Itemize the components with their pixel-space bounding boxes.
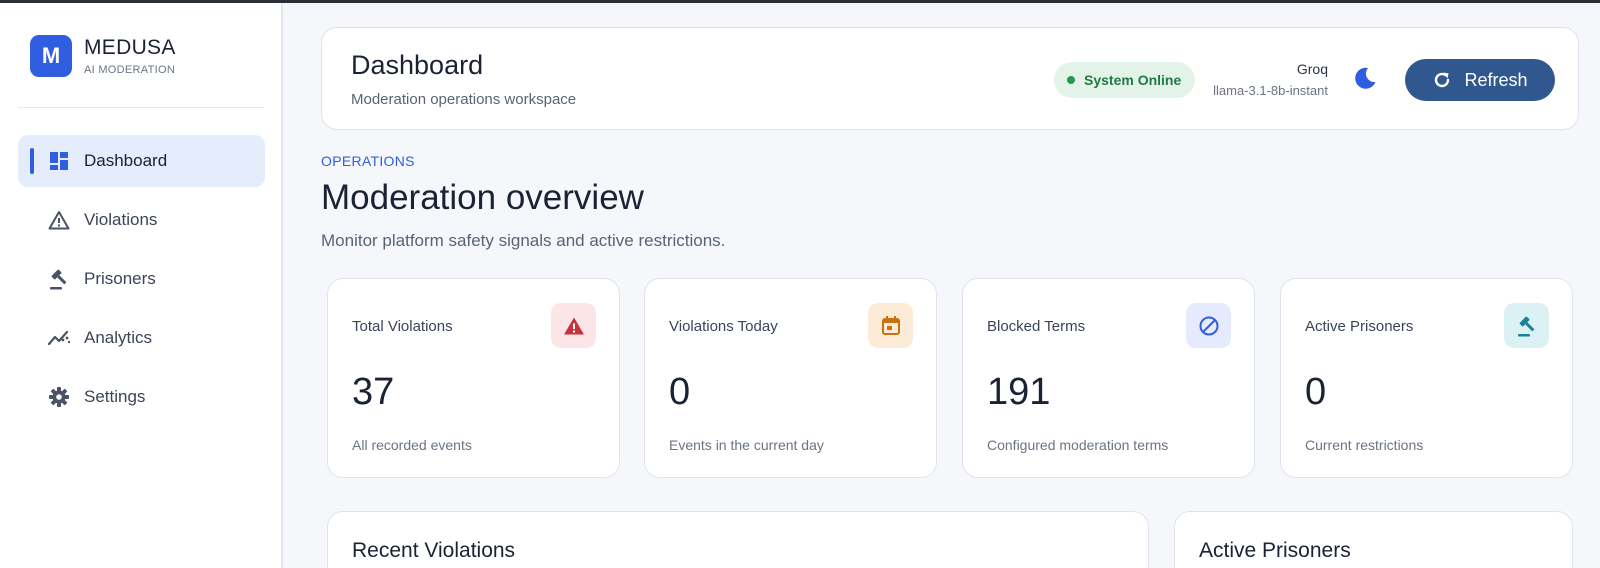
dashboard-icon bbox=[48, 150, 70, 172]
card-footnote: Events in the current day bbox=[669, 437, 824, 453]
brand-name: MEDUSA bbox=[84, 36, 176, 59]
sidebar-item-violations[interactable]: Violations bbox=[18, 194, 265, 246]
warning-icon bbox=[48, 209, 70, 231]
card-label: Blocked Terms bbox=[987, 318, 1086, 335]
stat-card-active-prisoners[interactable]: Active Prisoners 0 Current restrictions bbox=[1280, 278, 1573, 478]
sidebar-item-dashboard[interactable]: Dashboard bbox=[18, 135, 265, 187]
provider-name: Groq bbox=[1296, 61, 1328, 77]
sidebar-item-label: Analytics bbox=[84, 328, 153, 347]
sidebar-item-prisoners[interactable]: Prisoners bbox=[18, 253, 265, 305]
logo: M bbox=[30, 35, 72, 77]
overview-description: Monitor platform safety signals and acti… bbox=[321, 231, 726, 250]
gavel-icon bbox=[1504, 303, 1549, 348]
sidebar-item-label: Prisoners bbox=[84, 269, 156, 288]
gavel-icon bbox=[48, 268, 70, 290]
sidebar-nav: Dashboard Violations Prisoners Analytics… bbox=[18, 135, 265, 430]
status-text: System Online bbox=[1084, 72, 1182, 88]
analytics-icon bbox=[48, 327, 70, 349]
card-value: 37 bbox=[352, 371, 395, 413]
sidebar-item-label: Violations bbox=[84, 210, 158, 229]
warning-icon bbox=[551, 303, 596, 348]
section-eyebrow: OPERATIONS bbox=[321, 153, 415, 169]
panel-title: Active Prisoners bbox=[1199, 539, 1351, 562]
refresh-label: Refresh bbox=[1464, 69, 1528, 90]
sidebar: M MEDUSA AI MODERATION Dashboard Violati… bbox=[0, 3, 283, 568]
theme-toggle-button[interactable] bbox=[1350, 65, 1380, 95]
card-label: Active Prisoners bbox=[1305, 318, 1414, 335]
sidebar-item-label: Settings bbox=[84, 387, 146, 406]
brand-subtitle: AI MODERATION bbox=[84, 64, 176, 76]
panel-title: Recent Violations bbox=[352, 539, 516, 562]
stat-card-blocked-terms[interactable]: Blocked Terms 191 Configured moderation … bbox=[962, 278, 1255, 478]
status-badge: System Online bbox=[1054, 62, 1196, 98]
card-footnote: Configured moderation terms bbox=[987, 437, 1169, 453]
card-footnote: Current restrictions bbox=[1305, 437, 1424, 453]
stat-card-violations-today[interactable]: Violations Today 0 Events in the current… bbox=[644, 278, 937, 478]
card-value: 0 bbox=[669, 371, 691, 413]
stat-card-total-violations[interactable]: Total Violations 37 All recorded events bbox=[327, 278, 620, 478]
card-label: Total Violations bbox=[352, 318, 453, 335]
overview-title: Moderation overview bbox=[321, 178, 644, 217]
refresh-icon bbox=[1435, 72, 1450, 88]
sidebar-item-analytics[interactable]: Analytics bbox=[18, 312, 265, 364]
top-header: Dashboard Moderation operations workspac… bbox=[321, 27, 1579, 130]
page-title: Dashboard bbox=[351, 50, 484, 80]
active-prisoners-panel: Active Prisoners bbox=[1174, 511, 1573, 568]
card-footnote: All recorded events bbox=[352, 437, 472, 453]
card-label: Violations Today bbox=[669, 318, 778, 335]
brand-text: MEDUSA AI MODERATION bbox=[84, 36, 176, 76]
provider-info: Groq llama-3.1-8b-instant bbox=[1213, 61, 1328, 98]
sidebar-divider bbox=[18, 107, 264, 108]
status-dot bbox=[1067, 76, 1075, 84]
refresh-button[interactable]: Refresh bbox=[1405, 59, 1555, 101]
moon-icon bbox=[1352, 65, 1378, 96]
block-icon bbox=[1186, 303, 1231, 348]
page-subtitle: Moderation operations workspace bbox=[351, 91, 577, 108]
gear-icon bbox=[48, 386, 70, 408]
provider-model: llama-3.1-8b-instant bbox=[1213, 83, 1328, 98]
sidebar-item-label: Dashboard bbox=[84, 151, 168, 170]
card-value: 191 bbox=[987, 371, 1051, 413]
calendar-icon bbox=[868, 303, 913, 348]
recent-violations-panel: Recent Violations bbox=[327, 511, 1149, 568]
sidebar-item-settings[interactable]: Settings bbox=[18, 371, 265, 423]
card-value: 0 bbox=[1305, 371, 1327, 413]
brand[interactable]: M MEDUSA AI MODERATION bbox=[30, 35, 176, 77]
